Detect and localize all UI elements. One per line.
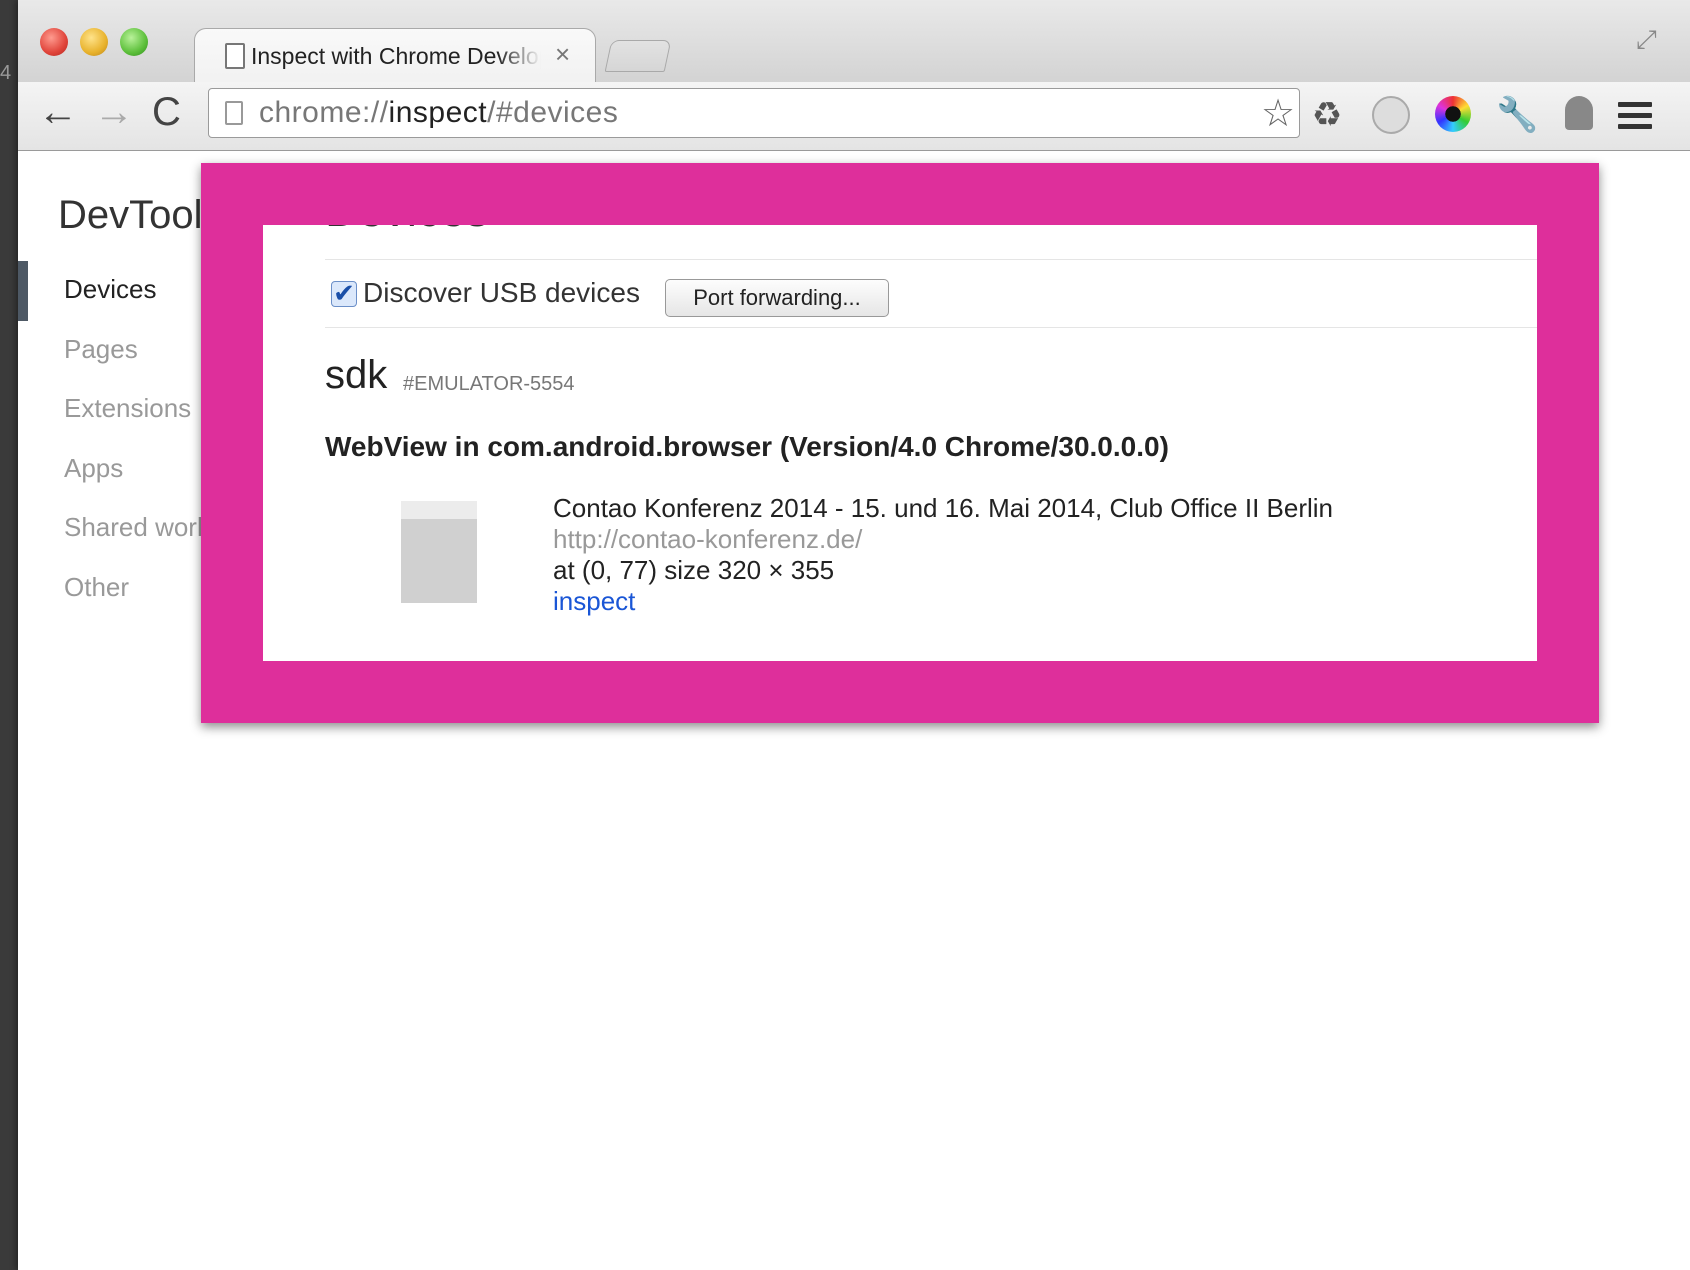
back-button[interactable]: ← — [38, 90, 78, 135]
toolbar: ← → C chrome://inspect/#devices ☆ ♻ 🔧 — [18, 82, 1690, 151]
browser-title: WebView in com.android.browser (Version/… — [325, 431, 1169, 462]
recycle-extension-icon[interactable]: ♻ — [1308, 96, 1346, 134]
highlight-frame: Devices ✔ Discover USB devices Port forw… — [201, 163, 1599, 723]
color-picker-extension-icon[interactable] — [1434, 96, 1472, 134]
device-serial: #EMULATOR-5554 — [403, 373, 575, 395]
new-tab-button[interactable] — [604, 40, 672, 72]
page-icon — [225, 101, 243, 125]
menu-icon[interactable] — [1618, 102, 1652, 135]
desktop-edge-number: 4 — [0, 62, 12, 84]
bookmark-star-icon[interactable]: ☆ — [1261, 91, 1295, 136]
sidebar-item-extensions[interactable]: Extensions — [64, 393, 191, 424]
tab-strip: Inspect with Chrome Developer Tools × ⤢ — [18, 0, 1690, 85]
page-url: http://contao-konferenz.de/ — [553, 524, 863, 554]
thumbnail-header — [401, 501, 477, 519]
page-entry: Contao Konferenz 2014 - 15. und 16. Mai … — [553, 493, 1333, 617]
section-heading: Devices — [325, 225, 489, 237]
tab-title: Inspect with Chrome Developer Tools — [251, 43, 541, 69]
page-thumbnail — [401, 501, 477, 603]
address-bar[interactable]: chrome://inspect/#devices ☆ — [208, 88, 1300, 138]
sidebar-item-pages[interactable]: Pages — [64, 334, 138, 365]
divider — [325, 259, 1537, 260]
port-forwarding-button[interactable]: Port forwarding... — [665, 279, 889, 317]
discover-usb-label[interactable]: Discover USB devices — [363, 277, 640, 309]
window-minimize-button[interactable] — [80, 28, 108, 56]
sidebar-item-apps[interactable]: Apps — [64, 453, 123, 484]
forward-button[interactable]: → — [94, 90, 134, 135]
window-zoom-button[interactable] — [120, 28, 148, 56]
divider — [325, 327, 1537, 328]
hand-extension-icon[interactable] — [1372, 96, 1410, 134]
page-title: Contao Konferenz 2014 - 15. und 16. Mai … — [553, 493, 1333, 523]
tab-inspect[interactable]: Inspect with Chrome Developer Tools × — [194, 28, 596, 85]
address-url[interactable]: chrome://inspect/#devices — [259, 96, 618, 130]
device-name: sdk — [325, 353, 388, 397]
sidebar-active-indicator — [18, 261, 28, 321]
ghost-extension-icon[interactable] — [1560, 96, 1598, 134]
wrench-extension-icon[interactable]: 🔧 — [1496, 96, 1538, 134]
page-content: DevTools Devices Pages Extensions Apps S… — [18, 151, 1690, 1270]
sidebar-item-devices[interactable]: Devices — [64, 274, 156, 305]
inspect-link[interactable]: inspect — [553, 586, 1333, 617]
desktop-edge: 4 — [0, 0, 18, 1270]
fullscreen-icon[interactable]: ⤢ — [1636, 24, 1657, 56]
devices-panel: Devices ✔ Discover USB devices Port forw… — [263, 225, 1537, 661]
tab-close-icon[interactable]: × — [555, 39, 570, 70]
sidebar-item-other[interactable]: Other — [64, 572, 129, 603]
reload-button[interactable]: C — [152, 90, 181, 135]
page-geometry: at (0, 77) size 320 × 355 — [553, 555, 835, 585]
page-icon — [225, 43, 245, 69]
browser-window: Inspect with Chrome Developer Tools × ⤢ … — [18, 0, 1690, 1270]
app-title: DevTools — [58, 193, 223, 237]
window-close-button[interactable] — [40, 28, 68, 56]
discover-usb-checkbox[interactable]: ✔ — [331, 280, 357, 307]
